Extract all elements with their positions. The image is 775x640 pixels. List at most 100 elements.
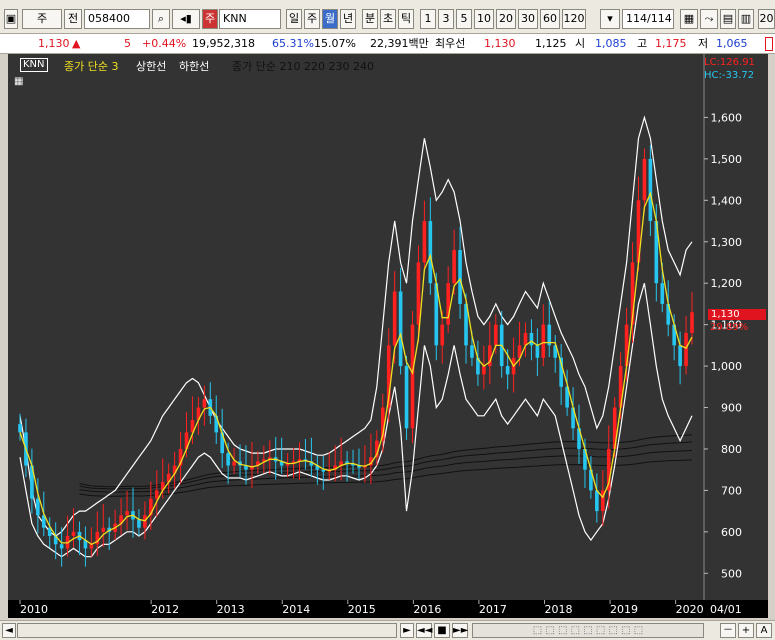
candle-body bbox=[529, 332, 534, 346]
num-20[interactable]: 20 bbox=[496, 9, 516, 29]
save-icon[interactable]: ▤ bbox=[720, 9, 736, 29]
x-tick-label: 2012 bbox=[151, 603, 179, 616]
num-1[interactable]: 1 bbox=[420, 9, 436, 29]
fast-forward-button[interactable]: ►► bbox=[452, 623, 468, 638]
ratio-2: 15.07% bbox=[314, 37, 356, 50]
price-chart[interactable]: 5006007008009001,0001,1001,2001,3001,400… bbox=[8, 54, 768, 600]
chart-area[interactable]: 500 600 700 800 900 1,000 1,100 1,200 1,300 1,400… bbox=[8, 54, 768, 600]
up-arrow-icon: ▲ bbox=[72, 37, 81, 50]
tool-strip[interactable]: ⬚ ⬚ ⬚ ⬚ ⬚ ⬚ ⬚ ⬚ ⬚ bbox=[472, 623, 704, 638]
candle-body bbox=[404, 366, 409, 429]
auto-button[interactable]: A bbox=[756, 623, 772, 638]
info-edge-marker bbox=[765, 37, 773, 51]
speaker-icon[interactable]: ◂▮ bbox=[172, 9, 200, 29]
candle-body bbox=[59, 544, 64, 549]
bottom-scrollbar: ◄ ► ◄◄ ■ ►► ⬚ ⬚ ⬚ ⬚ ⬚ ⬚ ⬚ ⬚ ⬚ － + A bbox=[0, 620, 775, 640]
num-3[interactable]: 3 bbox=[438, 9, 454, 29]
chart-type-icon[interactable]: ⤳ bbox=[700, 9, 718, 29]
rewind-button[interactable]: ◄◄ bbox=[416, 623, 432, 638]
x-tick-label: 2020 bbox=[676, 603, 704, 616]
period-minute[interactable]: 분 bbox=[362, 9, 378, 29]
num-60[interactable]: 60 bbox=[540, 9, 560, 29]
bar-icon[interactable]: ▥ bbox=[738, 9, 754, 29]
num-120[interactable]: 120 bbox=[562, 9, 586, 29]
open-price: 1,085 bbox=[595, 37, 627, 50]
candle-body bbox=[71, 531, 76, 536]
candle-body bbox=[690, 312, 694, 333]
scroll-left-arrow[interactable]: ◄ bbox=[2, 623, 16, 638]
candle-body bbox=[523, 332, 528, 346]
scroll-right-arrow[interactable]: ► bbox=[400, 623, 414, 638]
candle-body bbox=[642, 158, 647, 201]
jeon-button[interactable]: 전 bbox=[64, 9, 82, 29]
current-price-pct: 29.89% bbox=[710, 322, 749, 333]
x-axis: 2010 2012 2013 2014 2015 2016 2017 2018 2019 2020… bbox=[8, 600, 768, 618]
zoom-in-button[interactable]: + bbox=[738, 623, 754, 638]
candle-body bbox=[36, 498, 40, 516]
table-icon[interactable]: ▦ bbox=[14, 76, 23, 87]
stock-badge: 주 bbox=[202, 9, 218, 29]
candle-body bbox=[101, 527, 106, 532]
num-30[interactable]: 30 bbox=[518, 9, 538, 29]
stop-button[interactable]: ■ bbox=[434, 623, 450, 638]
candle-body bbox=[392, 291, 397, 346]
count-field[interactable]: 114/114 bbox=[622, 9, 674, 29]
candle-body bbox=[321, 469, 326, 472]
x-tick-label: 2013 bbox=[217, 603, 245, 616]
candle-body bbox=[678, 345, 682, 367]
candle-body bbox=[410, 324, 415, 429]
x-tick-label: 2018 bbox=[544, 603, 572, 616]
candle-body bbox=[416, 262, 421, 325]
candle-body bbox=[422, 221, 427, 263]
candle-body bbox=[143, 515, 147, 528]
num-10[interactable]: 10 bbox=[474, 9, 494, 29]
y-tick-label: 1,500 bbox=[711, 153, 743, 166]
market-select[interactable]: 주 bbox=[22, 9, 62, 29]
candle-body bbox=[458, 250, 462, 304]
period-year[interactable]: 년 bbox=[340, 9, 356, 29]
open-label: 시 bbox=[575, 37, 586, 50]
candle-body bbox=[541, 324, 546, 358]
stock-name-field[interactable]: KNN bbox=[219, 9, 281, 29]
legend-ma[interactable]: 종가 단순 3 bbox=[64, 58, 118, 74]
candle-body bbox=[470, 345, 474, 358]
legend-lower[interactable]: 하한선 bbox=[179, 58, 209, 74]
change-percent: +0.44% bbox=[142, 37, 187, 50]
candle-body bbox=[232, 461, 236, 466]
current-price: 1,130 bbox=[38, 37, 70, 50]
legend-symbol[interactable]: KNN bbox=[20, 58, 48, 72]
scroll-track[interactable] bbox=[17, 623, 397, 638]
x-tick-label-date: 04/01 bbox=[710, 603, 742, 616]
grid-icon[interactable]: ▦ bbox=[680, 9, 698, 29]
search-icon[interactable]: ⌕ bbox=[152, 9, 170, 29]
candle-body bbox=[202, 399, 207, 408]
legend-upper[interactable]: 상한선 bbox=[136, 58, 166, 74]
best-label: 최우선 bbox=[435, 37, 466, 50]
zoom-out-button[interactable]: － bbox=[720, 623, 736, 638]
candle-body bbox=[125, 511, 129, 516]
candle-body bbox=[482, 366, 486, 375]
num-5[interactable]: 5 bbox=[456, 9, 472, 29]
period-tick[interactable]: 틱 bbox=[398, 9, 414, 29]
price-change: 5 bbox=[124, 37, 131, 50]
period-month[interactable]: 월 bbox=[322, 9, 338, 29]
low-label: 저 bbox=[698, 37, 709, 50]
y-tick-label: 1,400 bbox=[711, 194, 743, 207]
window-icon[interactable]: ▣ bbox=[4, 9, 18, 29]
period-dropdown[interactable]: ▾ bbox=[600, 9, 620, 29]
period-second[interactable]: 초 bbox=[380, 9, 396, 29]
trailing-field[interactable]: 20 bbox=[758, 9, 775, 29]
y-tick-label: 1,600 bbox=[711, 111, 743, 124]
legend-ma-multi[interactable]: 종가 단순 210 220 230 240 bbox=[232, 58, 374, 74]
stock-code-input[interactable]: 058400 bbox=[84, 9, 150, 29]
low-price: 1,065 bbox=[716, 37, 748, 50]
hc-label: HC:-33.72 bbox=[704, 70, 755, 81]
period-week[interactable]: 주 bbox=[304, 9, 320, 29]
candle-body bbox=[648, 158, 653, 222]
x-tick-label: 2016 bbox=[413, 603, 441, 616]
candle-body bbox=[440, 324, 445, 346]
lc-label: LC:126.91 bbox=[704, 57, 755, 68]
candle-body bbox=[505, 366, 510, 375]
period-day[interactable]: 일 bbox=[286, 9, 302, 29]
trade-amount: 22,391백만 bbox=[370, 37, 429, 50]
